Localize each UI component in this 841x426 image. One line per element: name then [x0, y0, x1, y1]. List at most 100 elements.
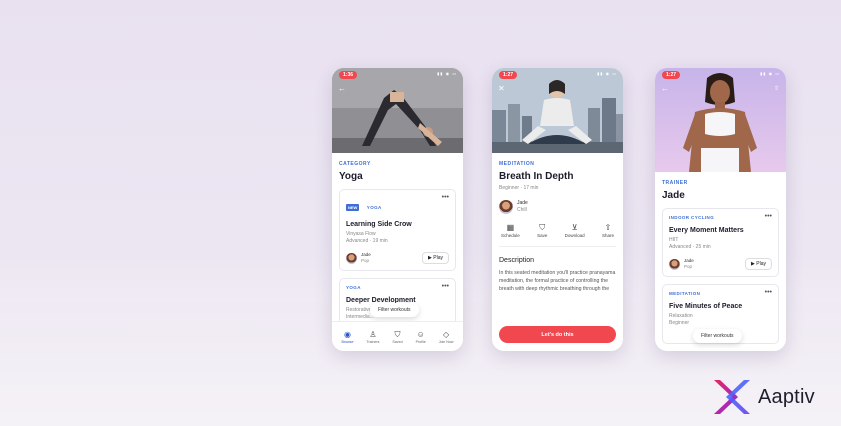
play-button[interactable]: ▶ Play [422, 252, 449, 265]
aaptiv-logo-icon [714, 380, 750, 414]
meditation-image [492, 68, 623, 153]
trainer-name: Jade [517, 200, 528, 206]
workout-meta: Beginner [669, 319, 690, 326]
workout-type: HIIT [669, 237, 679, 243]
action-label: Download [564, 233, 585, 238]
avatar [346, 252, 357, 264]
tab-label: Profile [415, 339, 426, 344]
workout-kicker: MEDITATION [499, 161, 535, 167]
save-button[interactable]: ⛉ Save [537, 222, 547, 238]
status-time: 1:27 [499, 71, 518, 79]
workout-type: Relaxation [669, 312, 693, 319]
workout-card[interactable]: NEW YOGA ••• Learning Side Crow Vinyasa … [339, 189, 456, 271]
hero-image-trainer: 1:27 ▮▮ ◉ ▭ ← ⇧ [655, 68, 786, 172]
trainer-mood: Pop [684, 264, 693, 270]
more-options-icon[interactable]: ••• [765, 213, 772, 220]
detail-content: MEDITATION Breath In Depth Beginner · 17… [492, 153, 623, 293]
tab-label: Trainers [366, 339, 380, 344]
tab-label: Join Now [438, 339, 454, 344]
category-title: Yoga [339, 171, 363, 182]
back-arrow-icon[interactable]: ← [338, 84, 346, 93]
status-time: 1:36 [339, 71, 358, 79]
play-icon: ▶ [428, 255, 432, 262]
tab-trainers[interactable]: ♙ Trainers [366, 330, 379, 344]
description-text: In this seated meditation you'll practic… [499, 270, 616, 293]
trainers-icon: ♙ [369, 329, 377, 339]
trainer-kicker: TRAINER [662, 180, 688, 186]
compass-icon: ◉ [343, 329, 351, 339]
workout-title: Breath In Depth [499, 171, 574, 182]
brand-logo: Aaptiv [712, 378, 815, 416]
tab-saved[interactable]: ⛉ Saved [392, 330, 402, 344]
hero-image-yoga: 1:36 ▮▮ ◉ ▭ ← [332, 68, 463, 153]
play-button[interactable]: ▶ Play [745, 258, 772, 271]
workout-tag: YOGA [346, 284, 361, 290]
status-icons: ▮▮ ◉ ▭ [437, 71, 457, 76]
play-icon: ▶ [751, 261, 755, 268]
status-icons: ▮▮ ◉ ▭ [760, 71, 780, 76]
action-label: Share [601, 233, 614, 238]
phone-trainer-screen: 1:27 ▮▮ ◉ ▭ ← ⇧ TRAINER Jade INDOOR CYCL… [655, 68, 786, 351]
category-kicker: CATEGORY [339, 161, 371, 167]
back-arrow-icon[interactable]: ← [661, 84, 669, 93]
workout-tag: INDOOR CYCLING [669, 215, 715, 220]
avatar [499, 200, 513, 214]
hero-image-meditation: 1:27 ▮▮ ◉ ▭ ✕ [492, 68, 623, 153]
trainer-row[interactable]: Jade Chill [499, 200, 616, 214]
filter-workouts-button[interactable]: Filter workouts [693, 329, 742, 343]
trainer-content: TRAINER Jade INDOOR CYCLING ••• Every Mo… [655, 172, 786, 344]
share-icon[interactable]: ⇧ [774, 85, 779, 92]
tab-label: Saved [392, 339, 403, 344]
lets-do-this-button[interactable]: Let's do this [499, 326, 616, 343]
action-row: ▦ Schedule ⛉ Save ⊻ Download ⇧ Share [499, 222, 616, 238]
share-button[interactable]: ⇧ Share [602, 222, 614, 238]
phone-workout-detail-screen: 1:27 ▮▮ ◉ ▭ ✕ MEDITATION Breath In Depth… [492, 68, 623, 351]
download-icon: ⊻ [571, 223, 578, 232]
workout-type: Vinyasa Flow [346, 231, 376, 237]
tab-label: Browse [341, 339, 354, 344]
workout-tag: MEDITATION [669, 290, 701, 296]
workout-meta: Advanced · 25 min [669, 244, 711, 250]
status-icons: ▮▮ ◉ ▭ [597, 71, 617, 76]
brand-name: Aaptiv [758, 385, 815, 408]
action-label: Save [537, 233, 548, 238]
status-time: 1:27 [662, 71, 681, 79]
phone-category-screen: 1:36 ▮▮ ◉ ▭ ← CATEGORY Yoga NEW YOGA •••… [332, 68, 463, 351]
trainer-mood: Chill [517, 207, 527, 213]
filter-workouts-button[interactable]: Filter workouts [370, 303, 419, 317]
scroll-fade [492, 313, 623, 325]
workout-tag: YOGA [366, 205, 382, 210]
trainer-mood: Pop [361, 258, 370, 264]
tab-browse[interactable]: ◉ Browse [341, 330, 353, 344]
workout-title: Every Moment Matters [669, 227, 744, 234]
workout-title: Five Minutes of Peace [669, 302, 743, 310]
workout-card[interactable]: INDOOR CYCLING ••• Every Moment Matters … [662, 208, 779, 277]
workout-meta: Advanced · 19 min [346, 238, 388, 244]
calendar-icon: ▦ [506, 223, 515, 232]
trainer-portrait-image [655, 68, 786, 172]
bottom-tab-bar: ◉ Browse ♙ Trainers ⛉ Saved ☺ Profile ◇ … [332, 321, 463, 351]
workout-meta: Beginner · 17 min [499, 185, 539, 191]
new-badge: NEW [346, 204, 360, 211]
workout-title: Learning Side Crow [346, 221, 412, 228]
more-options-icon[interactable]: ••• [442, 194, 449, 201]
trainer-title: Jade [662, 190, 685, 201]
tab-profile[interactable]: ☺ Profile [416, 330, 426, 344]
play-label: Play [756, 261, 766, 268]
trainer-row: Jade Pop ▶ Play [346, 252, 449, 265]
action-label: Schedule [501, 233, 520, 238]
yoga-pose-image [332, 68, 463, 153]
avatar [669, 258, 680, 270]
divider [499, 246, 616, 247]
share-icon: ⇧ [604, 223, 612, 232]
description-heading: Description [499, 257, 535, 264]
more-options-icon[interactable]: ••• [442, 283, 449, 290]
schedule-button[interactable]: ▦ Schedule [501, 222, 520, 238]
close-icon[interactable]: ✕ [498, 84, 505, 93]
profile-icon: ☺ [416, 329, 425, 339]
tab-join-now[interactable]: ◇ Join Now [439, 330, 454, 344]
more-options-icon[interactable]: ••• [765, 289, 772, 296]
bookmark-icon: ⛉ [539, 223, 546, 232]
download-button[interactable]: ⊻ Download [565, 222, 585, 238]
play-label: Play [433, 255, 443, 262]
